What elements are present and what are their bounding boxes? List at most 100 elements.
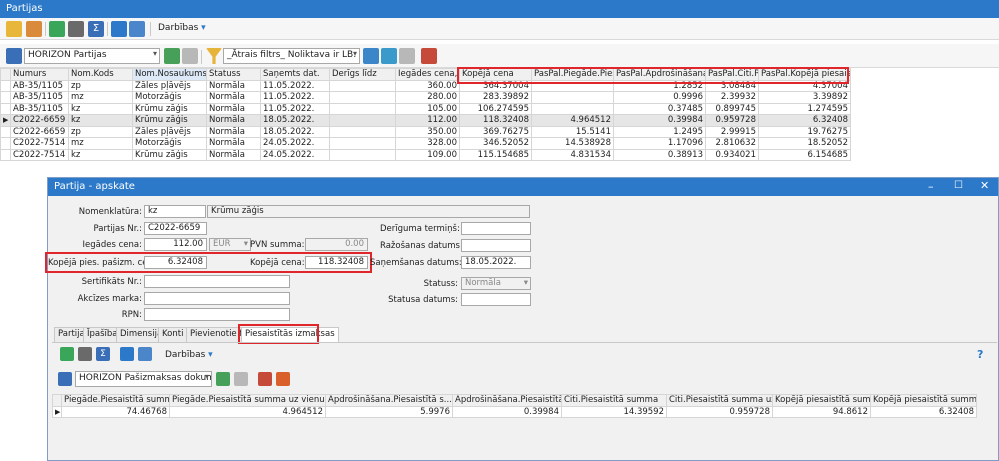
tree-icon[interactable] — [138, 347, 152, 361]
library-icon[interactable] — [182, 48, 198, 64]
row-indicator — [0, 91, 11, 104]
column-header[interactable]: Apdrošināšana.Piesaistītā s... — [452, 394, 562, 407]
nomenklatura-name-field: Krūmu zāģis — [207, 205, 530, 218]
statuss-label: Statuss: — [423, 279, 458, 289]
library-icon[interactable] — [234, 372, 248, 386]
table-row[interactable]: AB-35/1105 kz Krūmu zāģis Normāla 11.05.… — [0, 102, 851, 115]
column-header[interactable]: Derīgs līdz — [329, 68, 396, 81]
table-row[interactable]: ▶ 74.46768 4.964512 5.9976 0.39984 14.39… — [52, 405, 977, 418]
cell: 4.831534 — [531, 148, 614, 161]
cell: 14.538928 — [531, 137, 614, 150]
filter-apply-icon[interactable] — [363, 48, 379, 64]
toolbar-divider — [107, 22, 108, 36]
row-indicator-header — [0, 68, 11, 81]
sum-icon[interactable]: Σ — [96, 347, 110, 361]
sanemsanas-label: Saņemšanas datums: — [370, 258, 462, 268]
column-header[interactable]: Kopējā piesaistītā summa — [772, 394, 871, 407]
table-row[interactable]: C2022-7514 kz Krūmu zāģis Normāla 24.05.… — [0, 148, 851, 161]
column-header[interactable]: Nom.Kods — [68, 68, 133, 81]
refresh-icon[interactable] — [49, 21, 65, 37]
partijas-nr-field[interactable]: C2022-6659 — [144, 222, 207, 235]
columns-icon[interactable] — [120, 347, 134, 361]
row-indicator — [0, 125, 11, 138]
row-indicator — [0, 102, 11, 115]
cell: 280.00 — [395, 91, 460, 104]
actions-menu[interactable]: Darbības ▾ — [158, 23, 206, 33]
report-icon[interactable] — [421, 48, 437, 64]
cost-doc-combo[interactable]: HORIZON Pašizmaksas dokumentu ri▾ — [75, 371, 212, 387]
tree-icon[interactable] — [129, 21, 145, 37]
report-icon[interactable] — [258, 372, 272, 386]
table-row-selected[interactable]: ▶ C2022-6659 kz Krūmu zāģis Normāla 18.0… — [0, 114, 851, 127]
column-header[interactable]: Iegādes cena,... — [395, 68, 460, 81]
iegades-cena-field[interactable]: 112.00 — [144, 238, 207, 251]
statuss-select[interactable]: Normāla ▾ — [461, 277, 531, 290]
cell: Krūmu zāģis — [132, 148, 207, 161]
minimize-icon[interactable]: – — [928, 180, 934, 193]
filter-edit-icon[interactable] — [381, 48, 397, 64]
column-header[interactable]: Statuss — [206, 68, 261, 81]
dialog-actions-menu[interactable]: Darbības ▾ — [165, 350, 213, 360]
filter-clear-icon[interactable] — [276, 372, 290, 386]
print-icon[interactable] — [78, 347, 92, 361]
filter-combo[interactable]: _Ātrais filtrs_ Noliktava ir LB: Lauku b… — [223, 48, 360, 64]
deriguma-label: Derīguma termiņš: — [380, 224, 460, 234]
columns-icon[interactable] — [111, 21, 127, 37]
datasource-icon — [58, 372, 72, 386]
edit-icon[interactable] — [6, 21, 22, 37]
cell: 0.37485 — [613, 102, 706, 115]
cell: 106.274595 — [459, 102, 532, 115]
add-icon[interactable] — [216, 372, 230, 386]
column-header[interactable]: Nom.Nosaukums — [132, 68, 207, 81]
filter-clear-icon[interactable] — [399, 48, 415, 64]
pvn-summa-field: 0.00 — [305, 238, 368, 251]
highlight-cost-columns — [457, 67, 849, 84]
cell: Krūmu zāģis — [132, 102, 207, 115]
currency-select[interactable]: EUR ▾ — [209, 238, 251, 251]
filter-icon[interactable] — [206, 48, 222, 64]
table-row[interactable]: C2022-7514 mz Motorzāģis Normāla 24.05.2… — [0, 137, 851, 150]
column-header[interactable]: Piegāde.Piesaistītā summa — [61, 394, 170, 407]
razosanas-field[interactable] — [461, 239, 531, 252]
sertifikats-field[interactable] — [144, 275, 290, 288]
cell: 2.39932 — [705, 91, 759, 104]
column-header[interactable]: Piegāde.Piesaistītā summa uz vienu vienī… — [169, 394, 326, 407]
cell: 2.810632 — [705, 137, 759, 150]
cell: AB-35/1105 — [10, 102, 69, 115]
akcizes-field[interactable] — [144, 292, 290, 305]
cell: Zāles pļāvējs — [132, 79, 207, 92]
toolbar-divider — [150, 22, 151, 36]
deriguma-field[interactable] — [461, 222, 531, 235]
column-header[interactable]: Citi.Piesaistītā summa — [561, 394, 667, 407]
maximize-icon[interactable]: ☐ — [954, 180, 963, 191]
column-header[interactable]: Saņemts dat. — [260, 68, 330, 81]
tab-konti[interactable]: Konti — [158, 327, 188, 342]
sum-icon[interactable]: Σ — [88, 21, 104, 37]
column-header[interactable]: Apdrošināšana.Piesaistītā s... — [325, 394, 453, 407]
help-icon[interactable]: ? — [977, 348, 983, 361]
cell: Zāles pļāvējs — [132, 125, 207, 138]
cell: 328.00 — [395, 137, 460, 150]
cell: 112.00 — [395, 114, 460, 127]
table-row[interactable]: C2022-6659 zp Zāles pļāvējs Normāla 18.0… — [0, 125, 851, 138]
main-window-title: Partijas — [0, 0, 999, 18]
source-combo[interactable]: HORIZON Partijas ▾ — [24, 48, 160, 64]
chevron-down-icon: ▾ — [201, 23, 206, 33]
column-header[interactable]: Kopējā piesaistītā summa uz... — [870, 394, 977, 407]
close-icon[interactable]: ✕ — [980, 179, 989, 192]
nomenklatura-code-field[interactable]: kz — [144, 205, 206, 218]
view-icon[interactable] — [26, 21, 42, 37]
column-header[interactable]: Numurs — [10, 68, 69, 81]
statusa-datums-field[interactable] — [461, 293, 531, 306]
table-row[interactable]: AB-35/1105 mz Motorzāģis Normāla 11.05.2… — [0, 91, 851, 104]
column-header[interactable]: Citi.Piesaistītā summa uz vie... — [666, 394, 773, 407]
refresh-icon[interactable] — [60, 347, 74, 361]
add-icon[interactable] — [164, 48, 180, 64]
cell: 0.39984 — [613, 114, 706, 127]
rpn-field[interactable] — [144, 308, 290, 321]
print-icon[interactable] — [68, 21, 84, 37]
sanemsanas-field[interactable]: 18.05.2022. — [461, 256, 531, 269]
chevron-down-icon: ▾ — [152, 49, 157, 58]
chevron-down-icon: ▾ — [243, 239, 248, 249]
cell: Normāla — [206, 148, 261, 161]
